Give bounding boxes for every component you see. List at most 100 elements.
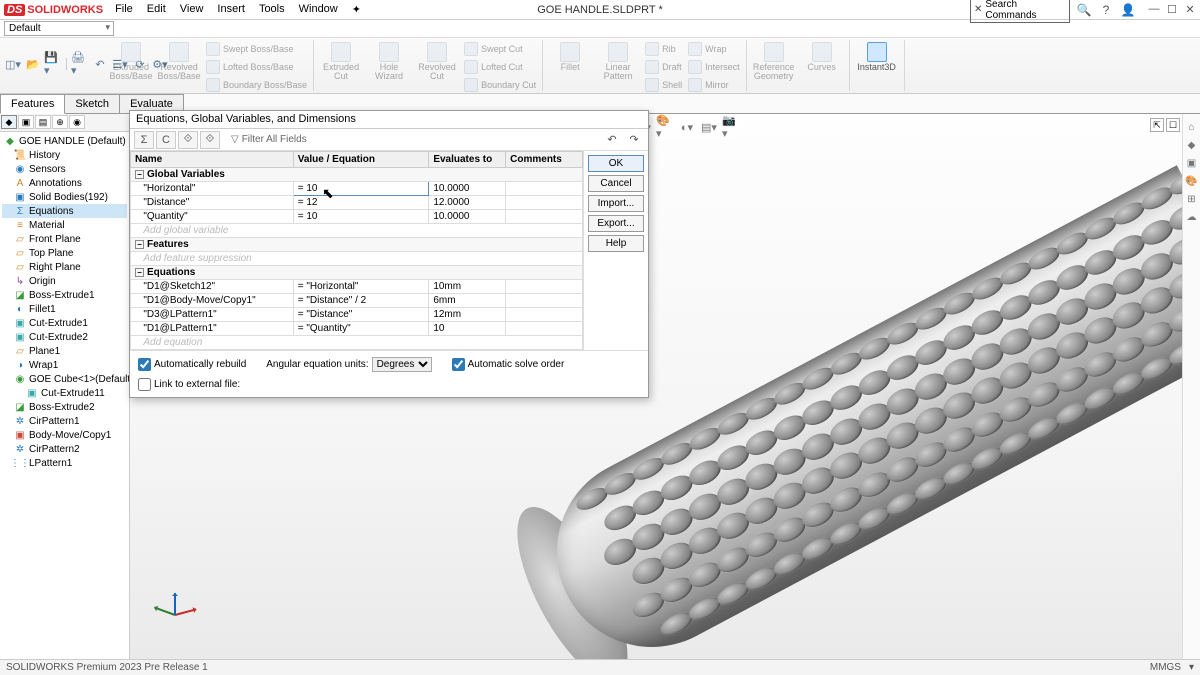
- equation-row[interactable]: "D1@LPattern1"= "Quantity"10: [131, 322, 583, 336]
- ribbon-rib[interactable]: Rib: [645, 40, 682, 58]
- taskpane-home-icon[interactable]: ⌂: [1185, 120, 1199, 134]
- dlg-undo-icon[interactable]: ↶: [602, 131, 622, 149]
- menu-file[interactable]: File: [109, 1, 139, 18]
- orientation-triad[interactable]: [150, 589, 200, 639]
- ribbon-wrap[interactable]: Wrap: [688, 40, 740, 58]
- tree-item-body-move-copy1[interactable]: ▣Body-Move/Copy1: [2, 428, 127, 442]
- help-icon[interactable]: ?: [1098, 2, 1114, 18]
- tree-item-front-plane[interactable]: ▱Front Plane: [2, 232, 127, 246]
- qat-open-icon[interactable]: 📂: [24, 56, 42, 72]
- tree-item-cirpattern1[interactable]: ✲CirPattern1: [2, 414, 127, 428]
- vp-restore-icon[interactable]: ☐: [1166, 118, 1180, 132]
- equation-row[interactable]: "D1@Body-Move/Copy1"= "Distance" / 26mm: [131, 294, 583, 308]
- tab-features[interactable]: Features: [0, 94, 65, 114]
- tree-item-sensors[interactable]: ◉Sensors: [2, 162, 127, 176]
- tree-item-annotations[interactable]: AAnnotations: [2, 176, 127, 190]
- command-search[interactable]: ✕Search Commands: [970, 0, 1070, 23]
- hud-display-icon[interactable]: 🎨▾: [656, 118, 674, 136]
- tree-item-fillet1[interactable]: ◐Fillet1: [2, 302, 127, 316]
- configuration-combo[interactable]: Default: [4, 21, 114, 36]
- tree-item-boss-extrude1[interactable]: ◪Boss-Extrude1: [2, 288, 127, 302]
- help-button[interactable]: Help: [588, 235, 644, 252]
- ribbon-instant3d[interactable]: Instant3D: [856, 40, 898, 72]
- search-go-icon[interactable]: 🔍: [1076, 2, 1092, 18]
- tree-tab-config-icon[interactable]: ▤: [35, 115, 51, 129]
- auto-solve-checkbox[interactable]: Automatic solve order: [452, 358, 565, 371]
- taskpane-custom-icon[interactable]: ⊞: [1185, 192, 1199, 206]
- tree-tab-feature-icon[interactable]: ◆: [1, 115, 17, 129]
- ribbon-lofted-cut[interactable]: Lofted Cut: [464, 58, 536, 76]
- ribbon-boundary-boss-base[interactable]: Boundary Boss/Base: [206, 76, 307, 94]
- ribbon-shell[interactable]: Shell: [645, 76, 682, 94]
- export-button[interactable]: Export...: [588, 215, 644, 232]
- ribbon-swept-cut[interactable]: Swept Cut: [464, 40, 536, 58]
- ribbon-fillet[interactable]: Fillet: [549, 40, 591, 94]
- tree-item-boss-extrude2[interactable]: ◪Boss-Extrude2: [2, 400, 127, 414]
- ribbon-intersect[interactable]: Intersect: [688, 58, 740, 76]
- tree-item-origin[interactable]: ↳Origin: [2, 274, 127, 288]
- ribbon-revolved-boss-base[interactable]: Revolved Boss/Base: [158, 40, 200, 94]
- tree-item-lpattern1[interactable]: ⋮⋮LPattern1: [2, 456, 127, 470]
- tree-item-cut-extrude2[interactable]: ▣Cut-Extrude2: [2, 330, 127, 344]
- tree-item-cut-extrude1[interactable]: ▣Cut-Extrude1: [2, 316, 127, 330]
- tree-item-material-not-specified-[interactable]: ≡Material: [2, 218, 127, 232]
- tree-item-cut-extrude11[interactable]: ▣Cut-Extrude11: [2, 386, 127, 400]
- equations-table[interactable]: Name Value / Equation Evaluates to Comme…: [130, 151, 584, 350]
- dlg-view1-icon[interactable]: Σ: [134, 131, 154, 149]
- menu-tools[interactable]: Tools: [253, 1, 291, 18]
- tree-item-equations[interactable]: ΣEquations: [2, 204, 127, 218]
- link-external-checkbox[interactable]: Link to external file:: [138, 378, 240, 391]
- equation-row[interactable]: "D1@Sketch12"= "Horizontal"10mm: [131, 280, 583, 294]
- equation-row[interactable]: "Quantity"= 1010.0000: [131, 210, 583, 224]
- taskpane-forum-icon[interactable]: ☁: [1185, 210, 1199, 224]
- tree-item-plane1[interactable]: ▱Plane1: [2, 344, 127, 358]
- qat-print-icon[interactable]: 🖨▾: [71, 56, 89, 72]
- tree-item-wrap1[interactable]: ◑Wrap1: [2, 358, 127, 372]
- window-maximize-icon[interactable]: ☐: [1166, 3, 1178, 16]
- tree-item-top-plane[interactable]: ▱Top Plane: [2, 246, 127, 260]
- ribbon-linear-pattern[interactable]: Linear Pattern: [597, 40, 639, 94]
- tree-item-right-plane[interactable]: ▱Right Plane: [2, 260, 127, 274]
- status-extras-icon[interactable]: ▾: [1189, 662, 1194, 673]
- menu-insert[interactable]: Insert: [211, 1, 251, 18]
- ribbon-hole-wizard[interactable]: Hole Wizard: [368, 40, 410, 94]
- dlg-redo-icon[interactable]: ↷: [624, 131, 644, 149]
- angular-units-select[interactable]: Angular equation units: Degrees: [266, 357, 431, 372]
- ribbon-boundary-cut[interactable]: Boundary Cut: [464, 76, 536, 94]
- hud-scene-icon[interactable]: ◐▾: [678, 118, 696, 136]
- tree-tab-dim-icon[interactable]: ⊕: [52, 115, 68, 129]
- tree-tab-property-icon[interactable]: ▣: [18, 115, 34, 129]
- hud-render-icon[interactable]: 📷▾: [722, 118, 740, 136]
- tree-item-history[interactable]: 📜History: [2, 148, 127, 162]
- taskpane-prop-icon[interactable]: ▣: [1185, 156, 1199, 170]
- menu-window[interactable]: Window: [293, 1, 344, 18]
- ribbon-extruded-boss-base[interactable]: Extruded Boss/Base: [110, 40, 152, 94]
- ribbon-draft[interactable]: Draft: [645, 58, 682, 76]
- equation-row[interactable]: "Horizontal"= 1010.0000: [131, 182, 583, 196]
- tree-item-cirpattern2[interactable]: ✲CirPattern2: [2, 442, 127, 456]
- user-icon[interactable]: 👤: [1120, 2, 1136, 18]
- menu-view[interactable]: View: [174, 1, 210, 18]
- ribbon-swept-boss-base[interactable]: Swept Boss/Base: [206, 40, 307, 58]
- qat-new-icon[interactable]: ◫▾: [4, 56, 22, 72]
- menu-edit[interactable]: Edit: [141, 1, 172, 18]
- ribbon-revolved-cut[interactable]: Revolved Cut: [416, 40, 458, 94]
- equation-row[interactable]: "Distance"= 1212.0000: [131, 196, 583, 210]
- status-units[interactable]: MMGS: [1150, 662, 1181, 673]
- menu-extras-icon[interactable]: ✦: [346, 1, 367, 18]
- dlg-view4-icon[interactable]: ⟐: [200, 131, 220, 149]
- equation-row[interactable]: "D3@LPattern1"= "Distance"12mm: [131, 308, 583, 322]
- tree-item-solid-bodies-192-[interactable]: ▣Solid Bodies(192): [2, 190, 127, 204]
- ribbon-mirror[interactable]: Mirror: [688, 76, 740, 94]
- taskpane-design-icon[interactable]: ◆: [1185, 138, 1199, 152]
- qat-undo-icon[interactable]: ↶: [91, 56, 109, 72]
- auto-rebuild-checkbox[interactable]: Automatically rebuild: [138, 358, 246, 371]
- import-button[interactable]: Import...: [588, 195, 644, 212]
- taskpane-appear-icon[interactable]: 🎨: [1185, 174, 1199, 188]
- tree-root[interactable]: ◆GOE HANDLE (Default) <<Default>: [2, 134, 127, 148]
- tree-item-goe-cube-1-default-[interactable]: ◉GOE Cube<1>(Default): [2, 372, 127, 386]
- dlg-view3-icon[interactable]: ⟐: [178, 131, 198, 149]
- hud-apply-icon[interactable]: ▤▾: [700, 118, 718, 136]
- qat-save-icon[interactable]: 💾▾: [44, 56, 62, 72]
- dlg-view2-icon[interactable]: C: [156, 131, 176, 149]
